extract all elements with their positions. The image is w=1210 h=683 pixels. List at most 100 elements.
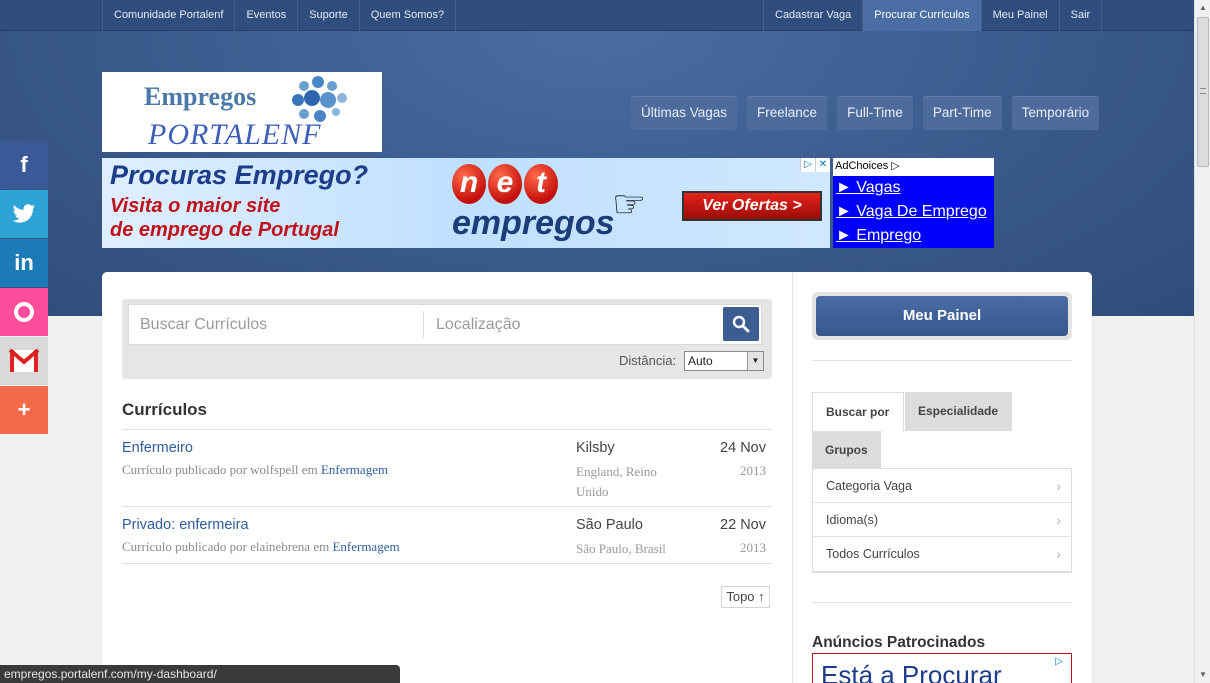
top-nav-right: Cadastrar Vaga Procurar Currículos Meu P… [763, 0, 1103, 31]
banner-cta-button[interactable]: Ver Ofertas > [682, 191, 822, 221]
divider [122, 563, 772, 564]
brand-letter-e: e [488, 164, 522, 204]
topnav-meu-painel-link[interactable]: Meu Painel [980, 0, 1059, 31]
result-title-link[interactable]: Privado: enfermeira [122, 517, 249, 533]
twitter-icon[interactable] [0, 190, 48, 238]
linkedin-icon[interactable]: in [0, 239, 48, 287]
result-region: England, Reino Unido [576, 464, 657, 499]
nav-ultimas-vagas[interactable]: Últimas Vagas [631, 96, 738, 130]
result-meta: Currículo publicado por elainebrena em E… [122, 539, 400, 554]
topnav-procurar-curriculos-link[interactable]: Procurar Currículos [862, 0, 981, 31]
ad-controls: ▷ ✕ [800, 158, 830, 172]
nav-temporario[interactable]: Temporário [1011, 96, 1100, 130]
result-city: São Paulo [576, 517, 643, 533]
topnav-suporte-link[interactable]: Suporte [297, 0, 359, 31]
result-title-link[interactable]: Enfermeiro [122, 440, 193, 456]
facebook-icon[interactable]: f [0, 141, 48, 189]
banner-ad[interactable]: Procuras Emprego? Visita o maior site de… [102, 158, 830, 248]
ad-info-icon[interactable]: ▷ [800, 158, 815, 172]
ad-link-vaga-de-emprego[interactable]: ► Vaga De Emprego [833, 200, 994, 224]
tab-grupos[interactable]: Grupos [812, 431, 881, 470]
topnav-sair-link[interactable]: Sair [1058, 0, 1103, 31]
sponsored-title: Anúncios Patrocinados [812, 634, 986, 651]
distance-value: Auto [688, 354, 713, 368]
result-region: São Paulo, Brasil [576, 541, 666, 556]
search-divider [423, 311, 424, 338]
nav-part-time[interactable]: Part-Time [922, 96, 1002, 130]
adchoices-label[interactable]: AdChoices ▷ [833, 158, 994, 176]
chevron-down-icon: ▼ [747, 352, 763, 370]
more-share-icon[interactable]: + [0, 386, 48, 434]
search-button[interactable] [723, 307, 759, 341]
result-row: Enfermeiro Currículo publicado por wolfs… [122, 440, 772, 500]
topnav-cadastrar-vaga-link[interactable]: Cadastrar Vaga [763, 0, 862, 31]
sponsored-ad-text: Está a Procurar [821, 660, 1002, 683]
search-fields: Buscar Currículos Localização [128, 304, 762, 345]
filter-todos-curriculos[interactable]: Todos Currículos › [813, 537, 1071, 571]
gmail-icon[interactable] [0, 337, 48, 385]
banner-headline: Procuras Emprego? [110, 160, 369, 190]
scroll-up-arrow-icon[interactable]: ▲ [1195, 0, 1210, 16]
ad-link-emprego[interactable]: ► Emprego [833, 224, 994, 248]
social-share-sidebar: f in + [0, 141, 48, 435]
distance-label: Distância: [619, 353, 677, 368]
search-keyword-input[interactable]: Buscar Currículos [140, 316, 267, 334]
main-navigation: Últimas Vagas Freelance Full-Time Part-T… [631, 96, 1100, 130]
divider [812, 602, 1072, 603]
nav-freelance[interactable]: Freelance [747, 96, 828, 130]
sidebar-divider [792, 272, 793, 683]
orkut-icon[interactable] [0, 288, 48, 336]
brand-letter-t: t [524, 164, 558, 204]
result-row: Privado: enfermeira Currículo publicado … [122, 517, 772, 562]
pointing-hand-icon: ☞ [612, 184, 647, 226]
adchoices-links-ad: AdChoices ▷ ► Vagas ► Vaga De Emprego ► … [833, 158, 994, 248]
results-title: Currículos [122, 400, 208, 419]
top-nav-left: Comunidade Portalenf Eventos Suporte Que… [102, 0, 457, 31]
chevron-right-icon: › [1056, 478, 1061, 494]
sponsored-ad[interactable]: Está a Procurar ▷ [812, 653, 1072, 683]
site-logo[interactable]: Empregos PORTALENF [102, 72, 382, 152]
scroll-down-arrow-icon[interactable]: ▼ [1195, 667, 1210, 683]
filter-idiomas[interactable]: Idioma(s) › [813, 503, 1071, 537]
grip-icon [1200, 88, 1206, 94]
globe-icon [292, 76, 347, 122]
brand-letter-n: n [452, 164, 486, 204]
topnav-eventos-link[interactable]: Eventos [234, 0, 297, 31]
logo-line1: Empregos [144, 82, 257, 111]
ad-close-icon[interactable]: ✕ [815, 158, 830, 172]
result-year: 2013 [740, 463, 766, 478]
browser-status-bar: empregos.portalenf.com/my-dashboard/ [0, 665, 400, 683]
topnav-quem-somos-link[interactable]: Quem Somos? [358, 0, 457, 31]
result-category-link[interactable]: Enfermagem [332, 539, 399, 554]
search-location-input[interactable]: Localização [436, 316, 521, 334]
chevron-right-icon: › [1056, 512, 1061, 528]
banner-line3: de emprego de Portugal [110, 219, 339, 241]
tab-buscar-por[interactable]: Buscar por [812, 392, 904, 431]
divider [122, 429, 772, 430]
back-to-top-link[interactable]: Topo ↑ [721, 586, 770, 608]
top-navigation-bar: Comunidade Portalenf Eventos Suporte Que… [0, 0, 1194, 31]
result-meta: Currículo publicado por wolfspell em Enf… [122, 462, 389, 477]
divider [812, 360, 1072, 361]
result-category-link[interactable]: Enfermagem [321, 462, 388, 477]
filter-categoria-vaga[interactable]: Categoria Vaga › [813, 469, 1071, 503]
result-city: Kilsby [576, 440, 615, 456]
scrollbar-thumb[interactable] [1197, 17, 1209, 167]
search-icon [732, 315, 750, 333]
meu-painel-button[interactable]: Meu Painel [816, 296, 1068, 336]
tab-especialidade[interactable]: Especialidade [905, 392, 1012, 431]
divider [122, 506, 772, 507]
banner-brand-net: n e t [452, 164, 558, 204]
banner-line2: Visita o maior site [110, 195, 281, 217]
ad-info-icon[interactable]: ▷ [1055, 656, 1063, 667]
distance-select[interactable]: Auto ▼ [684, 351, 764, 371]
filter-list: Categoria Vaga › Idioma(s) › Todos Currí… [812, 468, 1072, 573]
result-date: 24 Nov [720, 440, 766, 456]
chevron-right-icon: › [1056, 546, 1061, 562]
topnav-comunidade-link[interactable]: Comunidade Portalenf [102, 0, 234, 31]
page-scrollbar[interactable]: ▲ ▼ [1194, 0, 1210, 683]
nav-full-time[interactable]: Full-Time [837, 96, 913, 130]
result-year: 2013 [740, 540, 766, 555]
ad-link-vagas[interactable]: ► Vagas [833, 176, 994, 200]
banner-brand-empregos: empregos [452, 204, 615, 242]
